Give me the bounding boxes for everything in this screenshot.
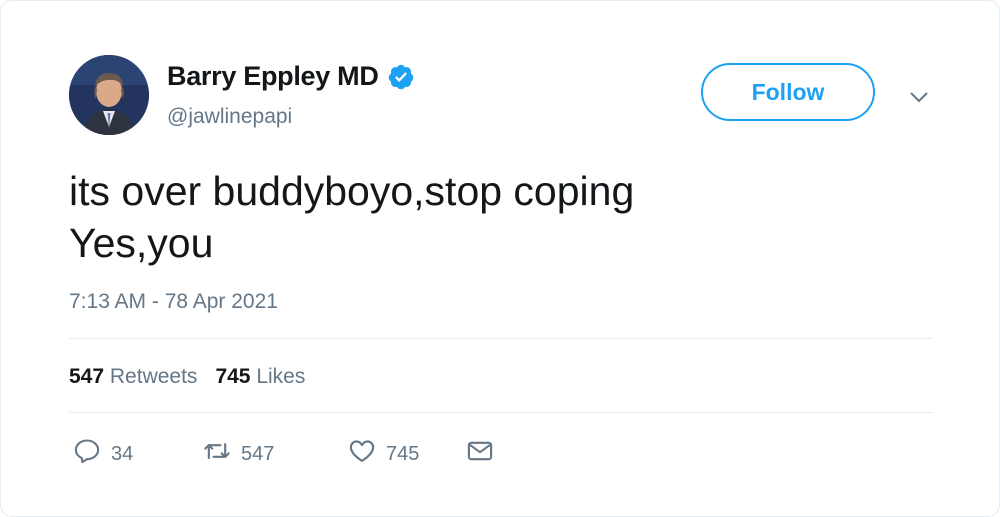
likes-stat[interactable]: 745 Likes [215,365,305,389]
author-handle[interactable]: @jawlinepapi [167,105,292,129]
retweets-stat[interactable]: 547 Retweets [69,365,197,389]
tweet-stats: 547 Retweets 745 Likes [69,365,305,389]
divider [69,338,933,339]
likes-stat-count: 745 [215,365,251,388]
like-count: 745 [386,442,420,465]
retweet-count: 547 [241,442,275,465]
heart-icon [348,437,376,471]
tweet-actions: 34 547 745 [73,437,494,471]
like-button[interactable]: 745 [348,437,466,471]
author-name-row: Barry Eppley MD [167,61,415,92]
reply-count: 34 [111,442,134,465]
envelope-icon [466,437,494,471]
retweets-stat-label: Retweets [109,365,198,388]
retweets-stat-count: 547 [69,365,105,388]
profile-photo-icon [69,55,149,135]
chevron-down-icon[interactable] [907,85,931,109]
verified-badge-icon [387,63,415,91]
reply-button[interactable]: 34 [73,437,203,471]
likes-stat-label: Likes [256,365,306,388]
retweet-button[interactable]: 547 [203,437,348,471]
divider [69,412,933,413]
retweet-icon [203,437,231,471]
tweet-text: its over buddyboyo,stop coping Yes,you [69,168,635,266]
author-display-name[interactable]: Barry Eppley MD [167,61,379,92]
reply-icon [73,437,101,471]
direct-message-button[interactable] [466,437,494,471]
tweet-card: Barry Eppley MD @jawlinepapi Follow its … [0,0,1000,517]
follow-button[interactable]: Follow [701,63,875,121]
avatar[interactable] [69,55,149,135]
tweet-timestamp[interactable]: 7:13 AM - 78 Apr 2021 [69,290,278,314]
